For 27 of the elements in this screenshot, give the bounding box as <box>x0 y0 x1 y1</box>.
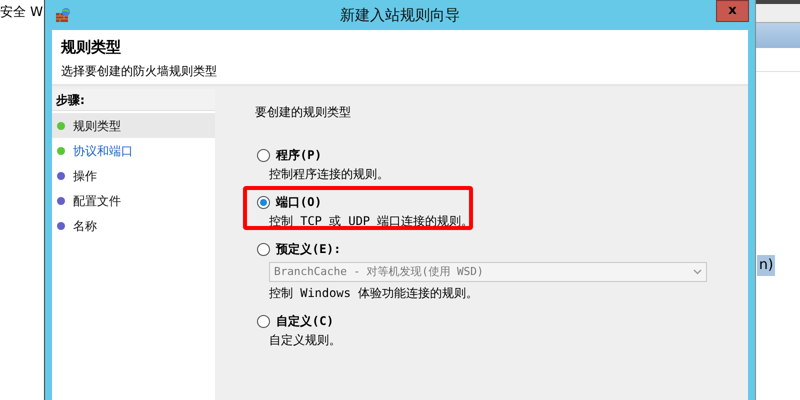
column-fragment: n) <box>757 255 776 276</box>
steps-heading: 步骤: <box>52 89 215 111</box>
option-label[interactable]: 自定义(C) <box>276 312 334 330</box>
header-band <box>756 23 800 48</box>
page-title: 规则类型 <box>61 37 122 58</box>
chevron-down-icon <box>693 269 702 275</box>
step-item[interactable]: 协议和端口 <box>73 142 133 160</box>
radio-button[interactable] <box>257 242 270 256</box>
step-item[interactable]: 名称 <box>73 216 97 234</box>
window-title: 新建入站规则向导 <box>340 4 460 26</box>
step-item[interactable]: 规则类型 <box>73 116 121 134</box>
prompt-text: 要创建的规则类型 <box>255 104 351 121</box>
radio-button[interactable] <box>257 314 270 328</box>
radio-button[interactable] <box>257 148 270 162</box>
option-description: 控制 Windows 体验功能连接的规则。 <box>269 285 480 302</box>
window-title-fragment: 安全 W <box>0 4 43 22</box>
step-item[interactable]: 操作 <box>73 166 97 184</box>
page-subtitle: 选择要创建的防火墙规则类型 <box>61 63 218 80</box>
option-description: 自定义规则。 <box>269 332 342 349</box>
option-label[interactable]: 端口(O) <box>276 193 322 211</box>
option-label[interactable]: 程序(P) <box>276 146 322 164</box>
option-label[interactable]: 预定义(E): <box>276 240 341 258</box>
radio-button[interactable] <box>257 196 270 208</box>
close-button[interactable]: x <box>716 0 749 22</box>
option-description: 控制程序连接的规则。 <box>269 166 390 183</box>
firewall-icon <box>55 7 71 23</box>
step-item[interactable]: 配置文件 <box>73 192 121 210</box>
